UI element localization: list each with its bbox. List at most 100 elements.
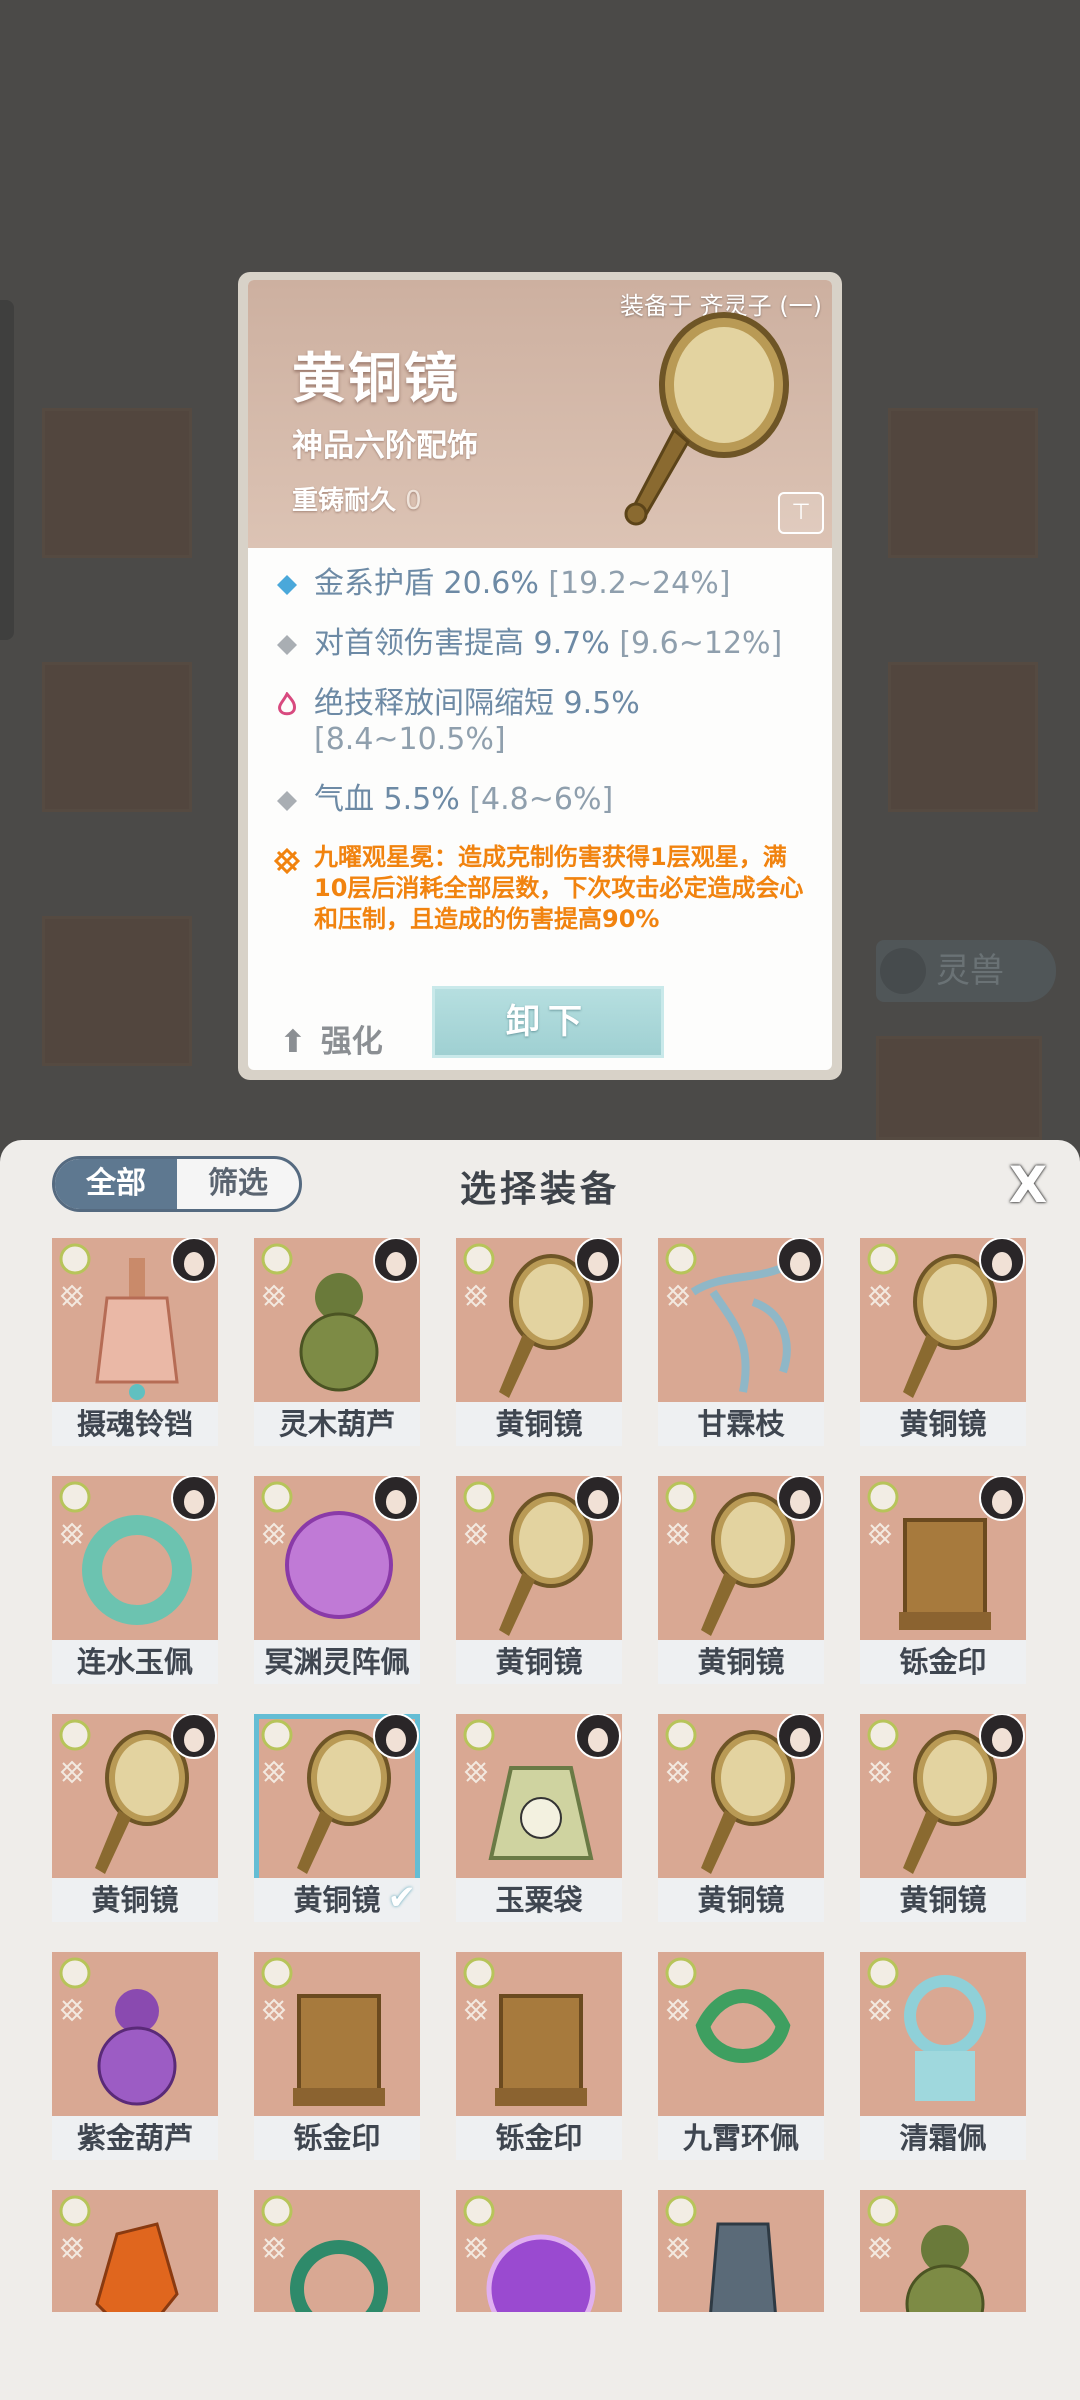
equipment-tile[interactable]: 灵木葫芦	[254, 1238, 420, 1446]
stat-range: [8.4~10.5%]	[314, 722, 506, 757]
element-icon	[665, 2195, 697, 2227]
equipment-tile[interactable]	[52, 2190, 218, 2312]
element-icon	[867, 1481, 899, 1513]
seal-art	[495, 1994, 587, 2106]
equipment-name: 黄铜镜	[456, 1402, 622, 1446]
character-avatar	[171, 1238, 217, 1283]
rune-icon	[60, 1522, 84, 1546]
stat-text: 对首领伤害提高 9.7%	[314, 626, 610, 661]
equipment-tile[interactable]	[860, 2190, 1026, 2312]
ice-pendant-art	[904, 1975, 986, 2101]
rune-icon	[60, 1284, 84, 1308]
equipment-tile[interactable]: 铄金印	[860, 1476, 1026, 1684]
equipment-name: 紫金葫芦	[52, 2116, 218, 2160]
element-icon	[463, 1243, 495, 1275]
equipment-tile[interactable]	[254, 2190, 420, 2312]
element-icon	[59, 1481, 91, 1513]
element-icon	[867, 2195, 899, 2227]
equipment-tile[interactable]: 黄铜镜	[658, 1476, 824, 1684]
lock-icon[interactable]: ⊤	[778, 492, 824, 534]
purple-orb2-art	[486, 2234, 596, 2312]
equipment-tile[interactable]: 九霄环佩	[658, 1952, 824, 2160]
character-avatar	[373, 1238, 419, 1283]
element-icon	[463, 1481, 495, 1513]
stat-range: [4.8~6%]	[469, 782, 614, 817]
stat-text: 气血 5.5%	[314, 782, 460, 817]
equipment-name: 黄铜镜	[456, 1640, 622, 1684]
equipment-tile[interactable]: 黄铜镜	[456, 1476, 622, 1684]
equipment-tile[interactable]: 黄铜镜	[860, 1714, 1026, 1922]
equipment-name: 黄铜镜	[658, 1878, 824, 1922]
equipment-tile[interactable]: 连水玉佩	[52, 1476, 218, 1684]
bg-slot-4	[888, 408, 1038, 558]
element-icon	[59, 2195, 91, 2227]
brass-mirror-art	[624, 312, 789, 526]
equipment-name: 清霜佩	[860, 2116, 1026, 2160]
element-icon	[261, 1957, 293, 1989]
close-icon[interactable]: X	[1004, 1160, 1052, 1210]
equipment-tile[interactable]: 铄金印	[254, 1952, 420, 2160]
element-icon	[261, 1719, 293, 1751]
element-icon	[463, 2195, 495, 2227]
stat-row: 气血 5.5% [4.8~6%]	[274, 782, 814, 818]
stat-row: 绝技释放间隔缩短 9.5% [8.4~10.5%]	[274, 686, 814, 758]
equipment-tile[interactable]: 紫金葫芦	[52, 1952, 218, 2160]
character-avatar	[575, 1476, 621, 1521]
element-icon	[59, 1243, 91, 1275]
equipment-tile[interactable]: 黄铜镜	[456, 1238, 622, 1446]
crystal-art	[95, 2222, 179, 2312]
rune-icon	[464, 1284, 488, 1308]
equipment-tile[interactable]: 冥渊灵阵佩	[254, 1476, 420, 1684]
equipment-tile[interactable]: 黄铜镜 ✔	[254, 1714, 420, 1922]
jade-coin-art	[290, 2240, 388, 2312]
equipment-tile[interactable]: 黄铜镜	[658, 1714, 824, 1922]
element-icon	[261, 1481, 293, 1513]
equipment-tile[interactable]: 摄魂铃铛	[52, 1238, 218, 1446]
flame-pink-icon	[278, 692, 296, 716]
equipment-tile[interactable]	[456, 2190, 622, 2312]
pet-icon	[880, 948, 926, 994]
recast-label: 重铸耐久	[292, 486, 397, 516]
equipment-name: 黄铜镜	[860, 1402, 1026, 1446]
recast-value: 0	[405, 486, 422, 516]
bg-slot-6	[876, 1036, 1042, 1140]
unequip-button[interactable]: 卸下	[432, 986, 664, 1058]
element-icon	[463, 1957, 495, 1989]
rune-icon	[60, 1998, 84, 2022]
enhance-button[interactable]: ⬆ 强化	[276, 1016, 383, 1061]
bg-slot-1	[42, 408, 192, 558]
rune-icon	[60, 2236, 84, 2260]
equipment-tile[interactable]	[658, 2190, 824, 2312]
equipment-tile[interactable]: 铄金印	[456, 1952, 622, 2160]
character-avatar	[373, 1714, 419, 1759]
stone-tablet-art	[709, 2222, 777, 2312]
equipment-tile[interactable]: 黄铜镜	[860, 1238, 1026, 1446]
element-icon	[59, 1957, 91, 1989]
character-avatar	[575, 1714, 621, 1759]
character-avatar	[171, 1714, 217, 1759]
stat-list: 金系护盾 20.6% [19.2~24%] 对首领伤害提高 9.7% [9.6~…	[274, 566, 814, 959]
equipment-tile[interactable]: 玉粟袋	[456, 1714, 622, 1922]
rune-icon	[868, 1998, 892, 2022]
character-avatar	[373, 1476, 419, 1521]
rune-icon	[262, 2236, 286, 2260]
rune-icon	[262, 1284, 286, 1308]
element-icon	[867, 1243, 899, 1275]
equipment-name: 黄铜镜	[658, 1640, 824, 1684]
character-avatar	[979, 1476, 1025, 1521]
element-icon	[59, 1719, 91, 1751]
rune-icon	[464, 1760, 488, 1784]
equipment-name: 铄金印	[456, 2116, 622, 2160]
diamond-gray-icon	[277, 791, 297, 811]
element-icon	[463, 1719, 495, 1751]
rune-icon	[666, 1760, 690, 1784]
rune-icon	[464, 1998, 488, 2022]
bg-slot-5	[888, 662, 1038, 812]
equipment-tile[interactable]: 黄铜镜	[52, 1714, 218, 1922]
rune-icon	[262, 1522, 286, 1546]
equipment-tile[interactable]: 甘霖枝	[658, 1238, 824, 1446]
character-avatar	[777, 1238, 823, 1283]
enhance-label: 强化	[320, 1024, 383, 1060]
side-handle	[0, 300, 14, 640]
equipment-tile[interactable]: 清霜佩	[860, 1952, 1026, 2160]
